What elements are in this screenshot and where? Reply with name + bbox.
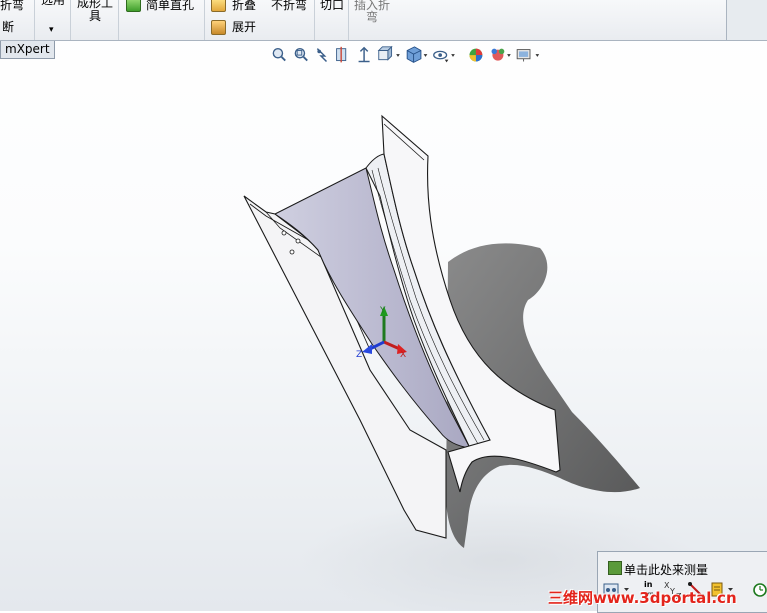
mounting-hole (289, 249, 295, 255)
axis-label-x: X (400, 350, 406, 360)
axis-label-y: Y (379, 306, 386, 316)
graphics-area[interactable]: Y X Z (0, 0, 767, 611)
mounting-hole (295, 238, 301, 244)
axis-label-z: Z (356, 350, 362, 360)
clock-icon[interactable] (753, 583, 767, 597)
site-watermark: 三维网www.3dportal.cn (548, 589, 737, 607)
measure-title[interactable]: 单击此处来测量 (624, 561, 708, 578)
measure-icon (608, 561, 622, 575)
mounting-hole (281, 230, 287, 236)
